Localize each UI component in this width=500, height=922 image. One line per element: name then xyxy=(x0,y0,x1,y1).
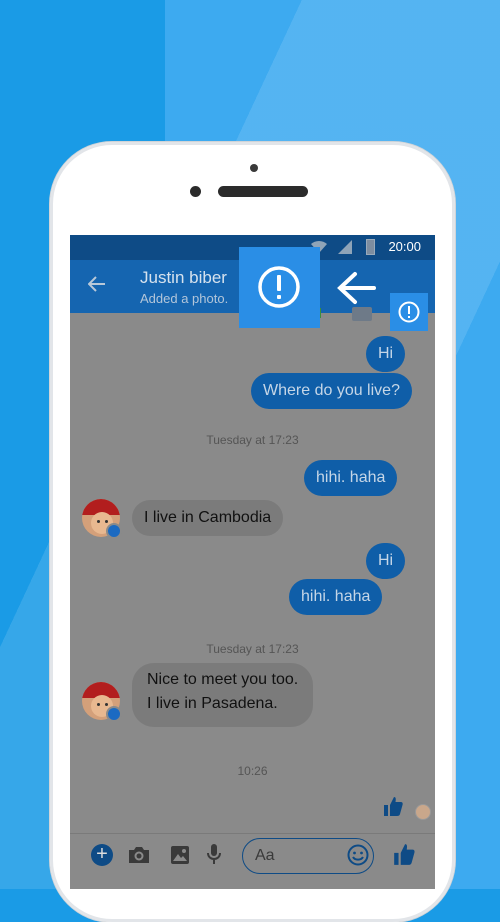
messenger-badge-icon xyxy=(106,706,122,722)
front-camera xyxy=(190,186,201,197)
message-bubble-in[interactable]: I live in Cambodia xyxy=(132,500,284,536)
phone-sensor xyxy=(250,164,258,172)
message-bubble-out[interactable]: hihi. haha xyxy=(304,460,398,496)
arrow-left-icon[interactable] xyxy=(88,275,106,293)
timestamp: 10:26 xyxy=(237,764,268,778)
signal-icon xyxy=(338,240,352,254)
phone-screen: 20:00 Justin biber Added a photo. Hi Whe… xyxy=(70,235,435,889)
status-time: 20:00 xyxy=(388,239,421,254)
message-bubble-out[interactable]: Hi xyxy=(366,543,406,579)
message-line: Nice to meet you too. xyxy=(147,671,299,688)
message-composer: + Aa xyxy=(70,833,435,889)
thumbs-up-icon xyxy=(384,797,403,816)
battery-icon xyxy=(366,239,375,255)
message-bubble-out[interactable]: Where do you live? xyxy=(251,373,412,409)
contact-name[interactable]: Justin biber xyxy=(140,268,227,288)
timestamp: Tuesday at 17:23 xyxy=(206,433,299,447)
message-line: I live in Pasadena. xyxy=(147,695,278,712)
read-receipt-avatar xyxy=(415,804,431,820)
emoji-icon[interactable] xyxy=(347,844,369,866)
microphone-icon[interactable] xyxy=(207,843,221,865)
thumbs-up-icon[interactable] xyxy=(392,842,416,866)
message-bubble-in[interactable]: Nice to meet you too. I live in Pasadena… xyxy=(132,663,314,727)
camera-icon[interactable] xyxy=(128,845,150,865)
timestamp: Tuesday at 17:23 xyxy=(206,642,299,656)
plus-icon[interactable]: + xyxy=(91,844,113,866)
messenger-badge-icon xyxy=(106,523,122,539)
message-bubble-out[interactable]: Hi xyxy=(366,336,406,372)
contact-status: Added a photo. xyxy=(140,291,229,306)
phone-earpiece xyxy=(218,186,308,197)
image-icon[interactable] xyxy=(170,845,190,865)
arrow-left-icon xyxy=(337,272,376,304)
message-input-placeholder: Aa xyxy=(255,847,275,864)
info-highlight-box[interactable] xyxy=(239,247,320,328)
message-list: Hi Where do you live? Tuesday at 17:23 h… xyxy=(70,313,435,823)
message-bubble-out[interactable]: hihi. haha xyxy=(289,579,383,615)
message-input[interactable]: Aa xyxy=(242,838,374,874)
info-icon xyxy=(258,266,300,308)
